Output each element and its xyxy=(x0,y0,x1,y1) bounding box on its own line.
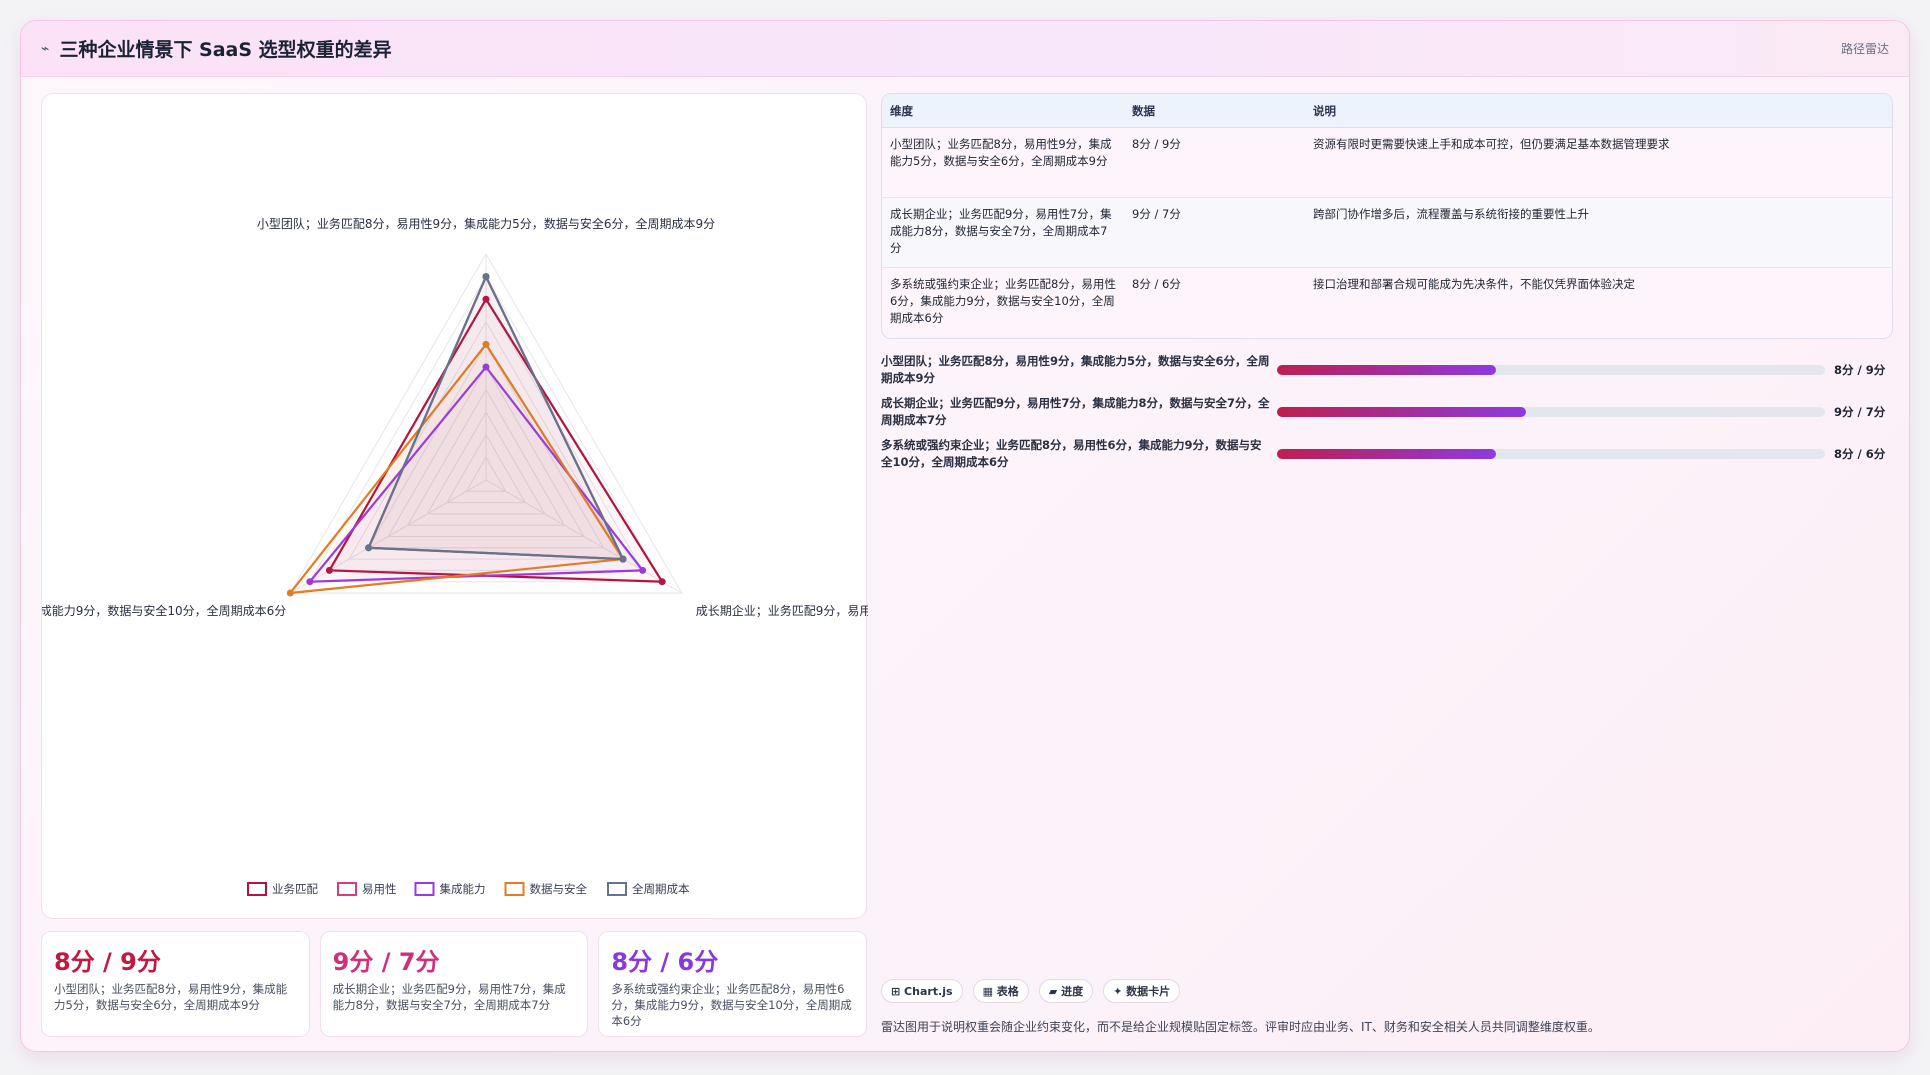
table-cell-dimension: 小型团队；业务匹配8分，易用性9分，集成能力5分，数据与安全6分，全周期成本9分 xyxy=(890,137,1112,168)
column-header-dimension: 维度 xyxy=(890,103,913,118)
legend-label: 集成能力 xyxy=(440,882,486,896)
tag-progress[interactable]: ▰ 进度 xyxy=(1038,979,1094,1003)
table-row: 多系统或强约束企业；业务匹配8分，易用性6分，集成能力9分，数据与安全10分，全… xyxy=(882,268,1892,338)
radar-axis-label: 成能力9分，数据与安全10分，全周期成本6分 xyxy=(42,603,286,618)
footnote: 雷达图用于说明权重会随企业约束变化，而不是给企业规模贴固定标签。评审时应由业务、… xyxy=(881,1020,1600,1034)
stat-card: 8分 / 9分 小型团队；业务匹配8分，易用性9分，集成能力5分，数据与安全6分… xyxy=(41,931,310,1037)
stat-value: 8分 / 6分 xyxy=(611,948,719,976)
radar-point xyxy=(365,544,373,552)
header-bar: ⌁ 三种企业情景下 SaaS 选型权重的差异 路径雷达 xyxy=(21,21,1909,77)
table-row: 小型团队；业务匹配8分，易用性9分，集成能力5分，数据与安全6分，全周期成本9分… xyxy=(882,128,1892,198)
stat-label: 小型团队；业务匹配8分，易用性9分，集成能力5分，数据与安全6分，全周期成本9分 xyxy=(54,982,288,1012)
legend-label: 业务匹配 xyxy=(272,882,318,896)
progress-row: 成长期企业；业务匹配9分，易用性7分，集成能力8分，数据与安全7分，全周期成本7… xyxy=(881,391,1893,433)
progress-row: 小型团队；业务匹配8分，易用性9分，集成能力5分，数据与安全6分，全周期成本9分… xyxy=(881,349,1893,391)
tag-list: ⊞ Chart.js ▦ 表格 ▰ 进度 ✦ 数据卡片 xyxy=(881,979,1181,1003)
column-header-data: 数据 xyxy=(1132,103,1155,118)
radar-chart: 小型团队；业务匹配8分，易用性9分，集成能力5分，数据与安全6分，全周期成本9分… xyxy=(40,216,883,896)
radar-point xyxy=(619,555,627,563)
progress-track xyxy=(1277,365,1825,375)
progress-track xyxy=(1277,449,1825,459)
app-window: ⌁ 三种企业情景下 SaaS 选型权重的差异 路径雷达 小型团队；业务匹配8分，… xyxy=(20,20,1910,1052)
legend-swatch xyxy=(247,882,267,896)
progress-label: 小型团队；业务匹配8分，易用性9分，集成能力5分，数据与安全6分，全周期成本9分 xyxy=(881,354,1270,385)
progress-label: 成长期企业；业务匹配9分，易用性7分，集成能力8分，数据与安全7分，全周期成本7… xyxy=(881,396,1270,427)
trend-icon: ⌁ xyxy=(41,40,50,57)
table-cell-data: 8分 / 6分 xyxy=(1132,277,1181,291)
radar-series-line xyxy=(366,273,625,561)
legend-label: 易用性 xyxy=(362,882,397,896)
progress-track xyxy=(1277,407,1825,417)
progress-value: 8分 / 9分 xyxy=(1834,363,1886,377)
table-cell-data: 8分 / 9分 xyxy=(1132,137,1181,151)
table-cell-note: 跨部门协作增多后，流程覆盖与系统衔接的重要性上升 xyxy=(1313,207,1589,221)
legend-swatch xyxy=(414,882,435,896)
data-table: 维度 数据 说明 小型团队；业务匹配8分，易用性9分，集成能力5分，数据与安全6… xyxy=(881,93,1893,339)
progress-fill xyxy=(1277,407,1527,417)
progress-value: 9分 / 7分 xyxy=(1834,405,1886,419)
tag-table[interactable]: ▦ 表格 xyxy=(972,979,1029,1003)
table-cell-data: 9分 / 7分 xyxy=(1132,207,1181,221)
table-row: 成长期企业；业务匹配9分，易用性7分，集成能力8分，数据与安全7分，全周期成本7… xyxy=(882,198,1892,268)
progress-value: 8分 / 6分 xyxy=(1834,447,1886,461)
legend-label: 全周期成本 xyxy=(632,882,690,896)
column-header-note: 说明 xyxy=(1313,103,1336,118)
stat-card: 9分 / 7分 成长期企业；业务匹配9分，易用性7分，集成能力8分，数据与安全7… xyxy=(319,931,589,1037)
tag-chartjs[interactable]: ⊞ Chart.js xyxy=(881,979,963,1003)
progress-label: 多系统或强约束企业；业务匹配8分，易用性6分，集成能力9分，数据与安全10分，全… xyxy=(881,438,1262,469)
header-route-label[interactable]: 路径雷达 xyxy=(1841,40,1889,57)
stat-card: 8分 / 6分 多系统或强约束企业；业务匹配8分，易用性6分，集成能力9分，数据… xyxy=(598,931,868,1037)
tag-data-cards[interactable]: ✦ 数据卡片 xyxy=(1103,979,1181,1003)
radar-point xyxy=(639,566,647,574)
table-cell-note: 资源有限时更需要快速上手和成本可控，但仍要满足基本数据管理要求 xyxy=(1313,137,1670,151)
stat-label: 多系统或强约束企业；业务匹配8分，易用性6分，集成能力9分，数据与安全10分，全… xyxy=(611,982,852,1028)
radar-point xyxy=(482,273,490,281)
radar-point xyxy=(658,578,666,586)
legend-swatch xyxy=(504,882,525,896)
stat-label: 成长期企业；业务匹配9分，易用性7分，集成能力8分，数据与安全7分，全周期成本7… xyxy=(332,982,566,1012)
table-cell-dimension: 多系统或强约束企业；业务匹配8分，易用性6分，集成能力9分，数据与安全10分，全… xyxy=(890,277,1116,325)
progress-list: 小型团队；业务匹配8分，易用性9分，集成能力5分，数据与安全6分，全周期成本9分… xyxy=(881,349,1893,475)
progress-fill xyxy=(1277,365,1497,375)
radar-axis-label: 小型团队；业务匹配8分，易用性9分，集成能力5分，数据与安全6分，全周期成本9分 xyxy=(257,216,715,231)
stat-cards: 8分 / 9分 小型团队；业务匹配8分，易用性9分，集成能力5分，数据与安全6分… xyxy=(41,931,868,1037)
radar-point xyxy=(286,589,294,597)
legend-swatch xyxy=(337,882,357,896)
table-cell-note: 接口治理和部署合规可能成为先决条件，不能仅凭界面体验决定 xyxy=(1313,277,1635,291)
progress-fill xyxy=(1277,449,1497,459)
stat-value: 8分 / 9分 xyxy=(54,948,161,976)
table-header: 维度 数据 说明 xyxy=(882,94,1892,128)
radar-chart-card: 小型团队；业务匹配8分，易用性9分，集成能力5分，数据与安全6分，全周期成本9分… xyxy=(40,93,883,919)
stat-value: 9分 / 7分 xyxy=(332,948,440,976)
legend-swatch xyxy=(607,882,627,896)
page-title: 三种企业情景下 SaaS 选型权重的差异 xyxy=(59,39,392,61)
right-panel: 维度 数据 说明 小型团队；业务匹配8分，易用性9分，集成能力5分，数据与安全6… xyxy=(881,93,1893,475)
progress-row: 多系统或强约束企业；业务匹配8分，易用性6分，集成能力9分，数据与安全10分，全… xyxy=(881,433,1893,475)
table-cell-dimension: 成长期企业；业务匹配9分，易用性7分，集成能力8分，数据与安全7分，全周期成本7… xyxy=(890,207,1112,255)
radar-axis-label: 成长期企业；业务匹配9分，易用性 xyxy=(696,603,868,618)
legend-label: 数据与安全 xyxy=(530,882,588,896)
